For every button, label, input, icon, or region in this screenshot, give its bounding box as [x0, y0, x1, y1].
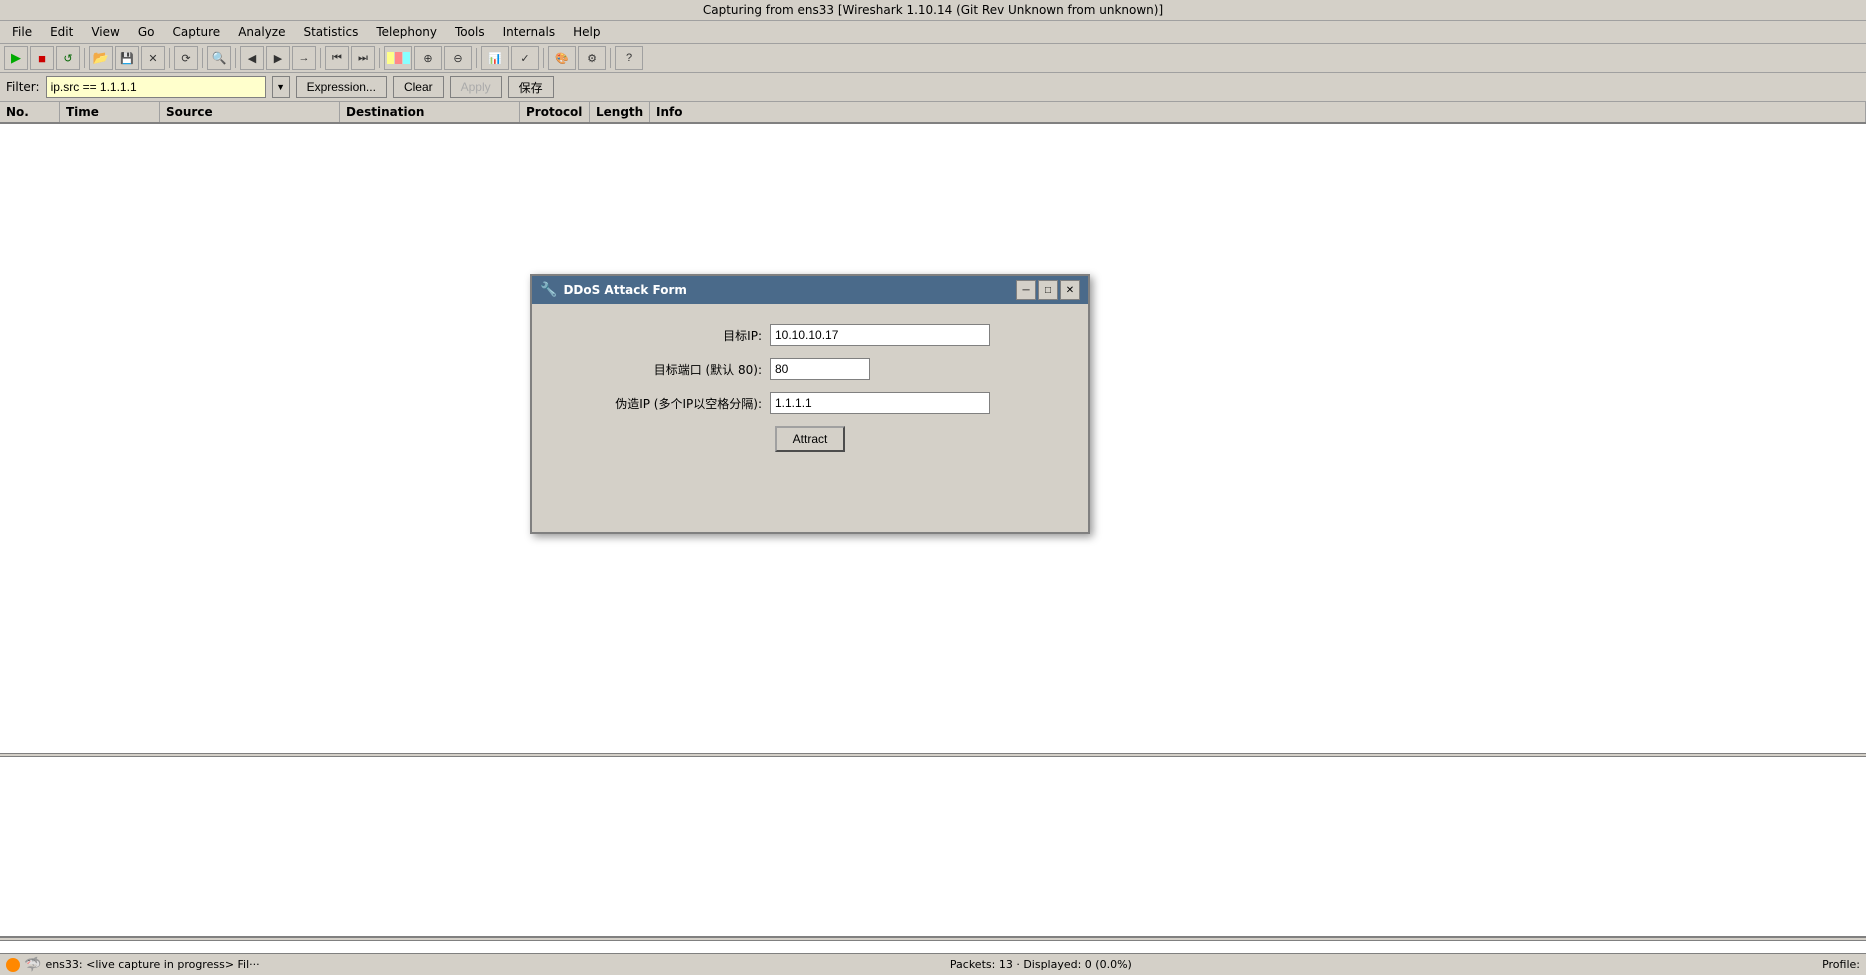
ddos-dialog: 🔧 DDoS Attack Form ─ □ ✕ 目标IP: 目标端口 (默认 …: [530, 274, 1090, 534]
target-ip-row: 目标IP:: [562, 324, 1058, 346]
expression-btn[interactable]: Expression...: [296, 76, 387, 98]
status-text: ens33: <live capture in progress> Fil···: [45, 958, 259, 971]
dialog-title-controls: ─ □ ✕: [1016, 280, 1080, 300]
save-btn[interactable]: 保存: [508, 76, 554, 98]
dialog-body: 目标IP: 目标端口 (默认 80): 伪造IP (多个IP以空格分隔): At…: [532, 304, 1088, 532]
dialog-maximize-btn[interactable]: □: [1038, 280, 1058, 300]
color2-btn[interactable]: 🎨: [548, 46, 576, 70]
start-capture-btn[interactable]: ▶: [4, 46, 28, 70]
menu-view[interactable]: View: [83, 23, 127, 41]
menu-tools[interactable]: Tools: [447, 23, 493, 41]
filter-label: Filter:: [6, 80, 40, 94]
attract-row: Attract: [562, 426, 1058, 452]
col-header-protocol: Protocol: [520, 102, 590, 122]
sep3: [202, 48, 203, 68]
next-btn[interactable]: ▶: [266, 46, 290, 70]
detail-pane[interactable]: [0, 757, 1866, 937]
target-port-input[interactable]: [770, 358, 870, 380]
help-icon-btn[interactable]: ?: [615, 46, 643, 70]
dialog-title-text: DDoS Attack Form: [563, 283, 687, 297]
prev-btn[interactable]: ◀: [240, 46, 264, 70]
target-port-label: 目标端口 (默认 80):: [562, 361, 762, 378]
checkmark-btn[interactable]: ✓: [511, 46, 539, 70]
filter-bar: Filter: ▼ Expression... Clear Apply 保存: [0, 73, 1866, 102]
port-extra-space: [870, 358, 930, 380]
menu-bar: File Edit View Go Capture Analyze Statis…: [0, 21, 1866, 44]
sep6: [379, 48, 380, 68]
col-header-destination: Destination: [340, 102, 520, 122]
menu-edit[interactable]: Edit: [42, 23, 81, 41]
status-bar: 🦈 ens33: <live capture in progress> Fil·…: [0, 953, 1866, 975]
save-file-btn[interactable]: 💾: [115, 46, 139, 70]
title-text: Capturing from ens33 [Wireshark 1.10.14 …: [703, 3, 1163, 17]
menu-go[interactable]: Go: [130, 23, 163, 41]
target-ip-label: 目标IP:: [562, 327, 762, 344]
clear-btn[interactable]: Clear: [393, 76, 444, 98]
sep7: [476, 48, 477, 68]
zoom-in-btn[interactable]: ⊕: [414, 46, 442, 70]
stop-capture-btn[interactable]: ■: [30, 46, 54, 70]
toolbar: ▶ ■ ↺ 📂 💾 ✕ ⟳ 🔍 ◀ ▶ → ⏮ ⏭: [0, 44, 1866, 73]
colorize-btn[interactable]: [384, 46, 412, 70]
packets-count: Packets: 13 · Displayed: 0 (0.0%): [950, 958, 1132, 971]
goto-btn[interactable]: →: [292, 46, 316, 70]
filter-dropdown-btn[interactable]: ▼: [272, 76, 290, 98]
col-header-time: Time: [60, 102, 160, 122]
hex-pane[interactable]: [0, 941, 1866, 953]
sep1: [84, 48, 85, 68]
restart-capture-btn[interactable]: ↺: [56, 46, 80, 70]
sep8: [543, 48, 544, 68]
menu-capture[interactable]: Capture: [164, 23, 228, 41]
col-header-info: Info: [650, 102, 1866, 122]
status-left: 🦈 ens33: <live capture in progress> Fil·…: [6, 957, 260, 973]
settings-btn[interactable]: ⚙: [578, 46, 606, 70]
reload-btn[interactable]: ⟳: [174, 46, 198, 70]
apply-btn[interactable]: Apply: [450, 76, 502, 98]
menu-analyze[interactable]: Analyze: [230, 23, 293, 41]
attract-btn[interactable]: Attract: [775, 426, 846, 452]
menu-telephony[interactable]: Telephony: [368, 23, 445, 41]
menu-help[interactable]: Help: [565, 23, 608, 41]
packet-list-header: No. Time Source Destination Protocol Len…: [0, 102, 1866, 124]
dialog-bottom-space: [562, 452, 1058, 512]
first-btn[interactable]: ⏮: [325, 46, 349, 70]
dialog-titlebar: 🔧 DDoS Attack Form ─ □ ✕: [532, 276, 1088, 304]
open-file-btn[interactable]: 📂: [89, 46, 113, 70]
spoof-ip-label: 伪造IP (多个IP以空格分隔):: [562, 395, 762, 412]
dialog-title-left: 🔧 DDoS Attack Form: [540, 282, 687, 298]
sep2: [169, 48, 170, 68]
dialog-title-icon: 🔧: [540, 282, 557, 298]
sep9: [610, 48, 611, 68]
last-btn[interactable]: ⏭: [351, 46, 375, 70]
title-bar: Capturing from ens33 [Wireshark 1.10.14 …: [0, 0, 1866, 21]
col-header-no: No.: [0, 102, 60, 122]
sep5: [320, 48, 321, 68]
filter-input[interactable]: [46, 76, 266, 98]
target-ip-input[interactable]: [770, 324, 990, 346]
target-port-row: 目标端口 (默认 80):: [562, 358, 1058, 380]
zoom-out-btn[interactable]: ⊖: [444, 46, 472, 70]
col-header-source: Source: [160, 102, 340, 122]
dialog-minimize-btn[interactable]: ─: [1016, 280, 1036, 300]
sep4: [235, 48, 236, 68]
graph-btn[interactable]: 📊: [481, 46, 509, 70]
col-header-length: Length: [590, 102, 650, 122]
menu-internals[interactable]: Internals: [495, 23, 564, 41]
menu-file[interactable]: File: [4, 23, 40, 41]
dialog-close-btn[interactable]: ✕: [1060, 280, 1080, 300]
capture-status-icon: [6, 958, 20, 972]
main-area: 🔧 DDoS Attack Form ─ □ ✕ 目标IP: 目标端口 (默认 …: [0, 124, 1866, 953]
spoof-ip-row: 伪造IP (多个IP以空格分隔):: [562, 392, 1058, 414]
menu-statistics[interactable]: Statistics: [295, 23, 366, 41]
profile-text: Profile:: [1822, 958, 1860, 971]
close-file-btn[interactable]: ✕: [141, 46, 165, 70]
find-btn[interactable]: 🔍: [207, 46, 231, 70]
shark-icon: 🦈: [24, 957, 41, 973]
spoof-ip-input[interactable]: [770, 392, 990, 414]
